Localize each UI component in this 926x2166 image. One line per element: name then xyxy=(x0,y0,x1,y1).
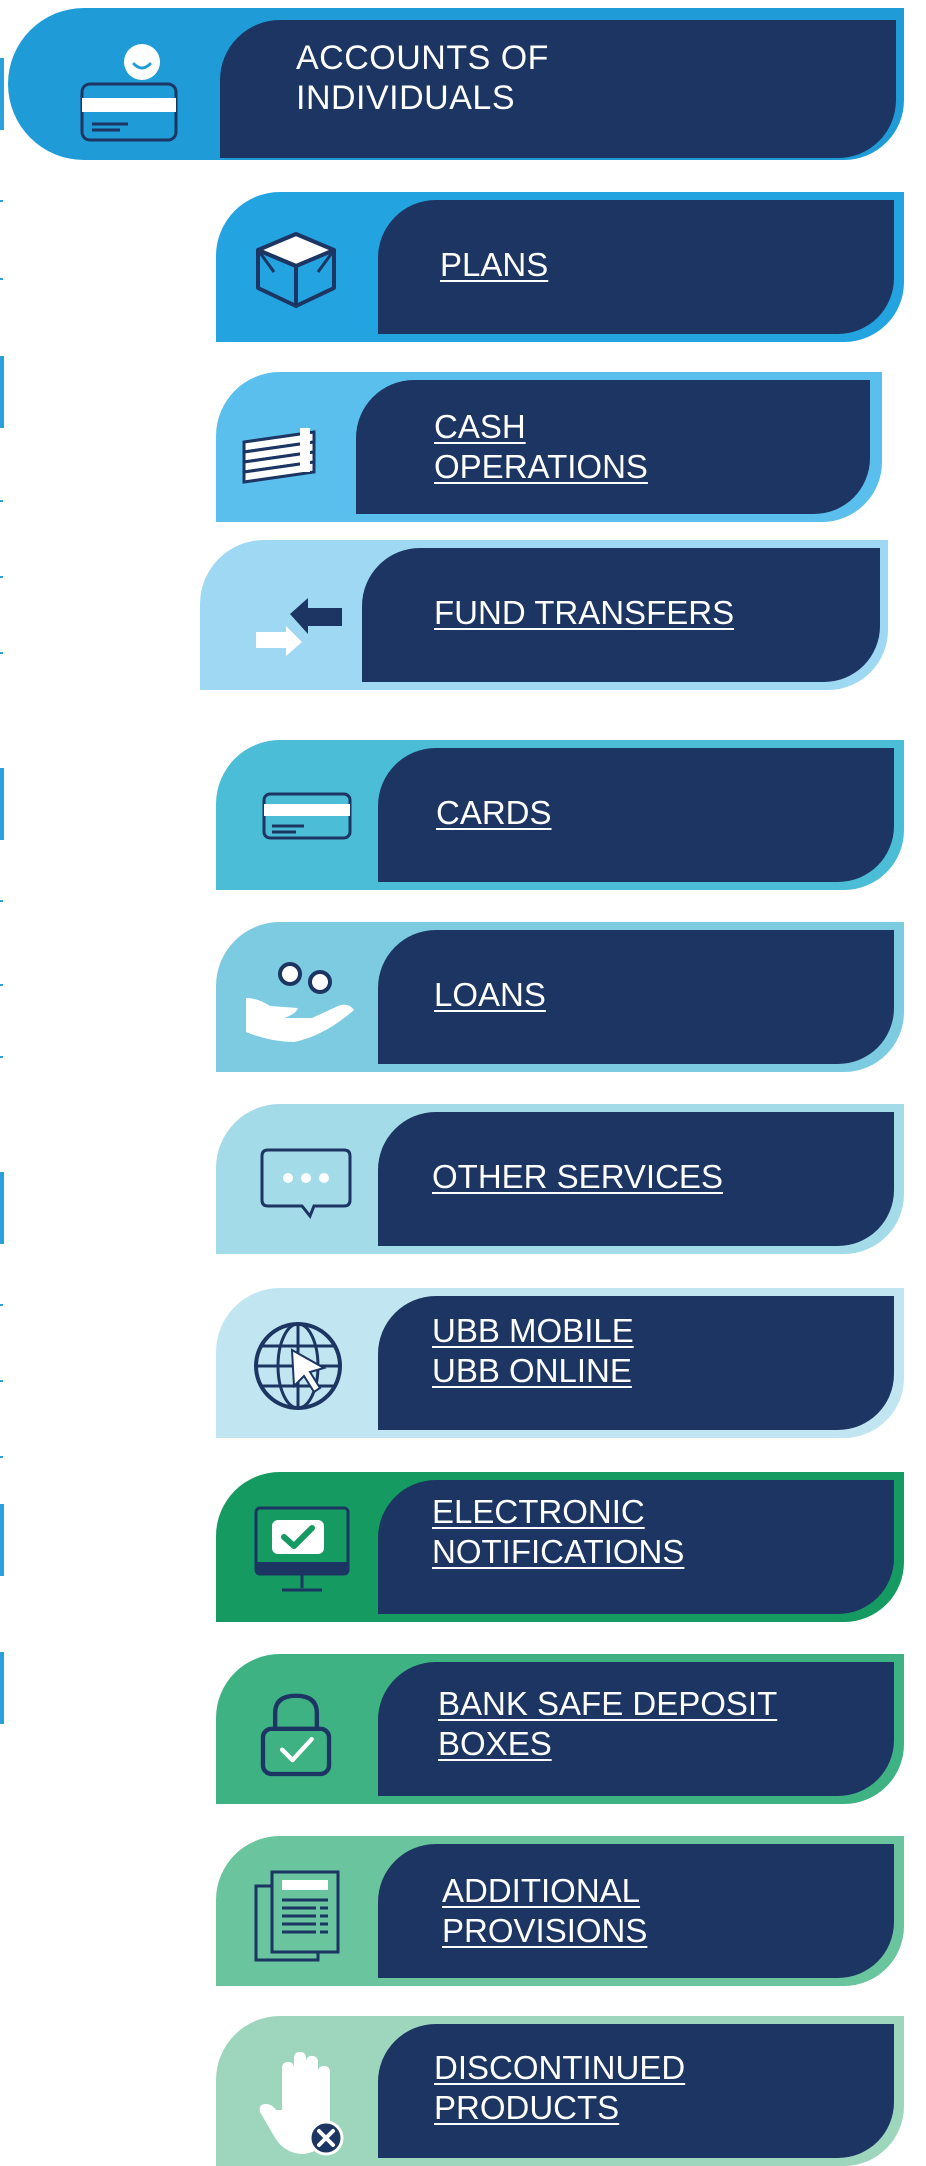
cash-stack-icon xyxy=(242,428,316,484)
monitor-check-icon xyxy=(254,1506,350,1592)
menu-item-fund-transfers[interactable]: FUND TRANSFERS xyxy=(200,540,888,690)
menu-item-plans[interactable]: PLANS xyxy=(216,192,904,342)
card-icon xyxy=(262,792,352,840)
transfer-arrows-icon xyxy=(256,598,342,656)
menu-item-label[interactable]: BANK SAFE DEPOSIT BOXES xyxy=(438,1684,777,1764)
menu-item-cards[interactable]: CARDS xyxy=(216,740,904,890)
menu-item-bank-safe-deposit-boxes[interactable]: BANK SAFE DEPOSIT BOXES xyxy=(216,1654,904,1804)
box-icon xyxy=(256,232,336,308)
menu-item-label[interactable]: CARDS xyxy=(436,793,552,833)
header-title: ACCOUNTS OF INDIVIDUALS xyxy=(296,39,549,117)
menu-item-label[interactable]: ELECTRONIC NOTIFICATIONS xyxy=(432,1492,684,1572)
menu-item-label[interactable]: LOANS xyxy=(434,975,546,1015)
menu-item-label[interactable]: DISCONTINUED PRODUCTS xyxy=(434,2048,685,2128)
padlock-check-icon xyxy=(260,1693,332,1777)
menu-item-electronic-notifications[interactable]: ELECTRONIC NOTIFICATIONS xyxy=(216,1472,904,1622)
menu-item-ubb-mobile-online[interactable]: UBB MOBILE UBB ONLINE xyxy=(216,1288,904,1438)
documents-icon xyxy=(254,1870,340,1962)
menu-item-other-services[interactable]: OTHER SERVICES xyxy=(216,1104,904,1254)
menu-item-loans[interactable]: LOANS xyxy=(216,922,904,1072)
menu-item-additional-provisions[interactable]: ADDITIONAL PROVISIONS xyxy=(216,1836,904,1986)
menu-item-cash-operations[interactable]: CASH OPERATIONS xyxy=(216,372,882,522)
chat-bubble-icon xyxy=(260,1148,352,1219)
menu-item-label[interactable]: CASH OPERATIONS xyxy=(434,407,648,487)
menu-item-label[interactable]: UBB MOBILE UBB ONLINE xyxy=(432,1311,634,1391)
section-header-accounts-of-individuals: ACCOUNTS OF INDIVIDUALS xyxy=(8,8,904,160)
menu-item-label[interactable]: OTHER SERVICES xyxy=(432,1157,723,1197)
hand-coins-icon xyxy=(246,962,354,1042)
menu-item-discontinued-products[interactable]: DISCONTINUED PRODUCTS xyxy=(216,2016,904,2166)
menu-item-label[interactable]: FUND TRANSFERS xyxy=(434,593,734,633)
menu-item-label[interactable]: ADDITIONAL PROVISIONS xyxy=(442,1871,647,1951)
account-holder-card-icon xyxy=(80,44,178,142)
globe-cursor-icon xyxy=(254,1322,342,1410)
menu-item-label[interactable]: PLANS xyxy=(440,245,548,285)
hand-stop-icon xyxy=(259,2052,344,2156)
